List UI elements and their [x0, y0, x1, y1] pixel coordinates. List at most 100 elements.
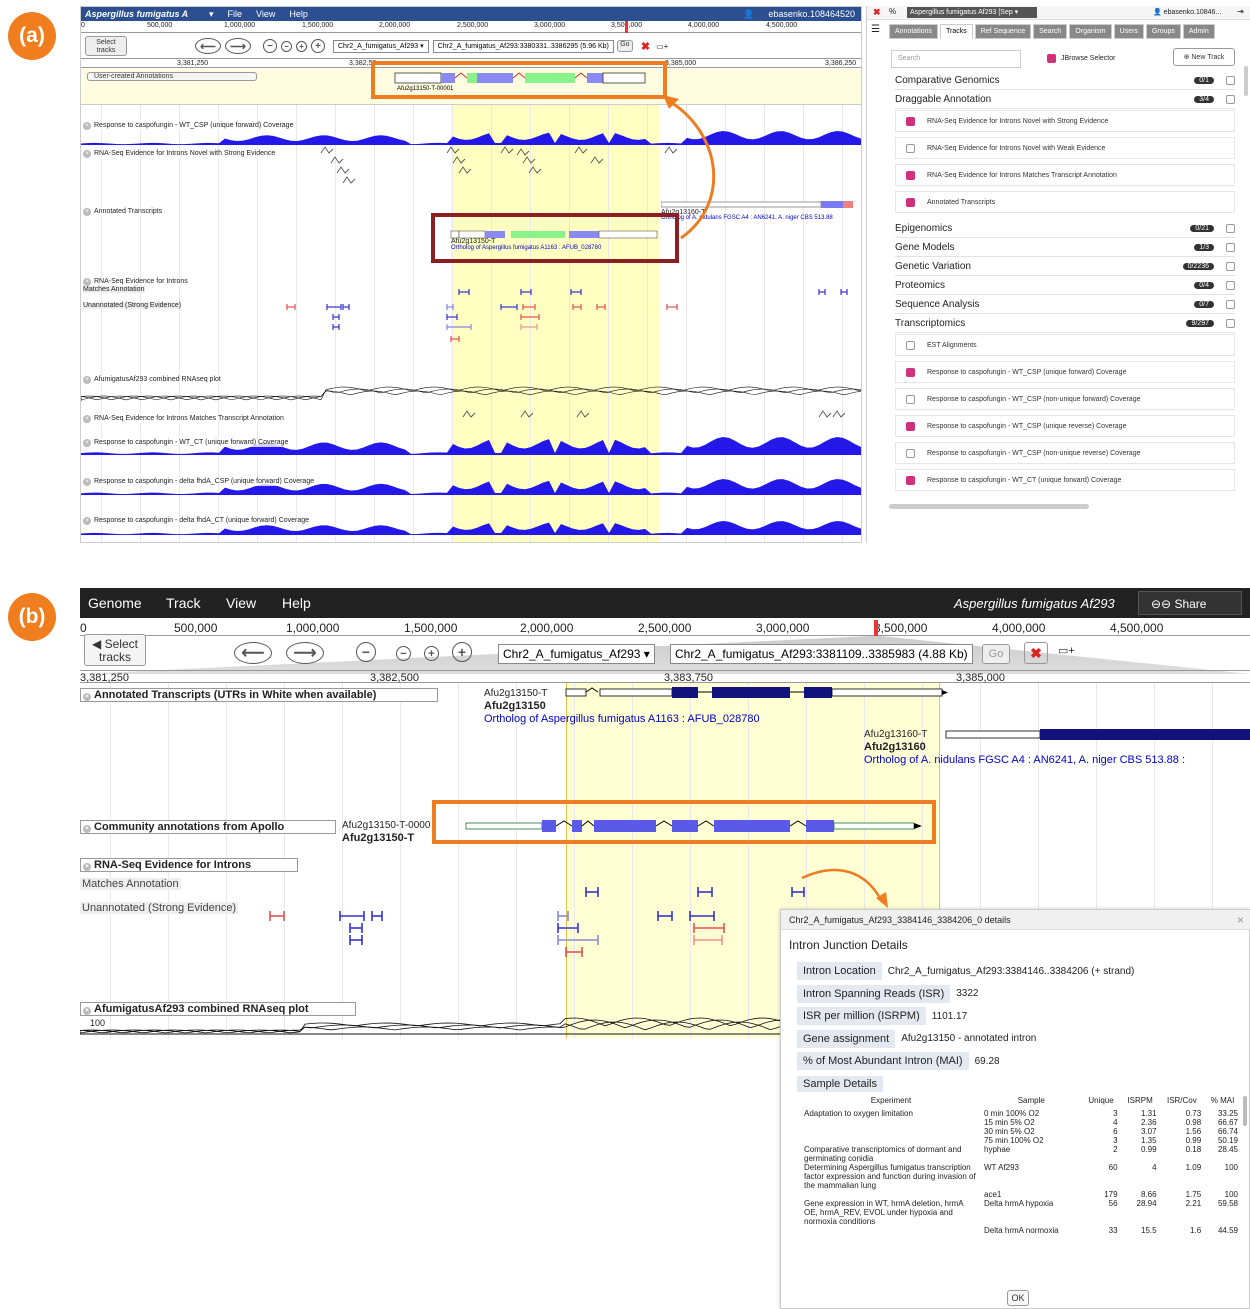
panel-user[interactable]: 👤 ebasenko.10846... [1153, 8, 1221, 16]
zoom-in-big-icon[interactable]: + [452, 642, 472, 662]
track-category[interactable]: Genetic Variation 0/2236 [895, 258, 1235, 276]
track-category[interactable]: Proteomics 0/4 [895, 277, 1235, 295]
tab-search[interactable]: Search [1033, 24, 1068, 39]
annotated-transcript-b[interactable] [564, 686, 964, 700]
intron-evidence-a[interactable] [81, 105, 862, 543]
pan-right-icon[interactable]: ⟶ [286, 642, 324, 664]
jbrowse-selector-toggle[interactable]: JBrowse Selector [1047, 54, 1115, 63]
zoom-out-small-icon[interactable]: − [281, 40, 292, 52]
tab-annotations[interactable]: Annotations [889, 24, 938, 39]
category-checkbox[interactable] [1226, 319, 1235, 328]
track-item[interactable]: Response to caspofungin - WT_CSP (unique… [895, 415, 1235, 437]
tab-tracks[interactable]: Tracks [939, 24, 973, 39]
close-icon[interactable]: ✖ [873, 7, 881, 18]
sample-table-wrap[interactable]: Experiment Sample Unique ISRPM ISR/Cov % MAI A… [801, 1096, 1241, 1276]
dialog-close-icon[interactable]: × [1237, 913, 1244, 927]
refseq-select-b[interactable]: Chr2_A_fumigatus_Af293 ▾ [498, 644, 655, 664]
category-checkbox[interactable] [1226, 224, 1235, 233]
zoom-out-small-icon[interactable]: − [396, 646, 411, 661]
logout-icon[interactable]: ⇥ [1237, 7, 1244, 16]
track-category[interactable]: Draggable Annotation 3/4 [895, 91, 1235, 109]
organism-select[interactable]: Aspergillus fumigatus Af293 [Sep ▾ [907, 7, 1037, 18]
select-tracks-button[interactable]: Select tracks [85, 36, 127, 56]
track-checkbox[interactable] [906, 394, 915, 404]
track-checkbox[interactable] [906, 475, 915, 485]
location-input[interactable]: Chr2_A_fumigatus_Af293:3380331..3386295 … [432, 39, 614, 53]
close-track-icon[interactable]: × [83, 693, 91, 701]
user-name[interactable]: 👤 ebasenko.108464520 [743, 9, 855, 20]
category-checkbox[interactable] [1226, 262, 1235, 271]
zoom-out-big-icon[interactable]: − [356, 642, 376, 662]
menu-genome[interactable]: Genome [88, 595, 142, 611]
category-checkbox[interactable] [1226, 95, 1235, 104]
track-category[interactable]: Epigenomics 0/21 [895, 220, 1235, 238]
track-category[interactable]: Sequence Analysis 0/7 [895, 296, 1235, 314]
track-search-input[interactable]: Search [891, 50, 1021, 68]
zoom-in-small-icon[interactable]: + [424, 646, 439, 661]
zoom-out-big-icon[interactable]: − [263, 39, 277, 53]
transcript-13160-b[interactable] [944, 728, 1250, 742]
jbrowse-selector-checkbox[interactable] [1047, 54, 1056, 63]
category-checkbox[interactable] [1226, 243, 1235, 252]
track-item[interactable]: Response to caspofungin - WT_CSP (non-un… [895, 442, 1235, 464]
new-track-button[interactable]: ⊕ New Track [1173, 48, 1235, 66]
track-item[interactable]: Annotated Transcripts [895, 191, 1235, 213]
track-category[interactable]: Transcriptomics 9/297 [895, 315, 1235, 333]
ok-button[interactable]: OK [1007, 1290, 1029, 1306]
overview-ruler-b[interactable]: 0 500,000 1,000,000 1,500,000 2,000,000 2,500… [80, 620, 1250, 636]
location-input-b[interactable]: Chr2_A_fumigatus_Af293:3381109..3385983 … [670, 644, 973, 664]
clear-highlight-icon[interactable]: ✖ [1024, 642, 1048, 664]
track-item[interactable]: RNA-Seq Evidence for Introns Matches Tra… [895, 164, 1235, 186]
track-item[interactable]: Response to caspofungin - WT_CSP (non-un… [895, 388, 1235, 410]
track-checkbox[interactable] [906, 367, 915, 377]
track-checkbox[interactable] [906, 421, 915, 431]
track-checkbox[interactable] [906, 197, 915, 207]
category-checkbox[interactable] [1226, 281, 1235, 290]
zoom-in-small-icon[interactable]: + [296, 40, 307, 52]
menu-track[interactable]: Track [166, 595, 200, 611]
menu-help[interactable]: Help [289, 9, 308, 19]
panel-menu-icon[interactable]: ☰ [871, 24, 880, 35]
pan-left-icon[interactable]: ⟵ [234, 642, 272, 664]
track-category[interactable]: Gene Models 1/3 [895, 239, 1235, 257]
tab-users[interactable]: Users [1113, 24, 1144, 39]
dialog-vscroll[interactable] [1243, 1096, 1247, 1126]
pan-right-icon[interactable]: ⟶ [225, 38, 251, 54]
clear-highlight-icon[interactable]: ✖ [641, 40, 650, 53]
tab-groups[interactable]: Groups [1145, 24, 1181, 39]
track-checkbox[interactable] [906, 116, 915, 126]
category-checkbox[interactable] [1226, 300, 1235, 309]
dropdown-icon[interactable]: ▾ [209, 9, 214, 20]
tab-ref-sequence[interactable]: Ref Sequence [974, 24, 1032, 39]
track-item[interactable]: Response to caspofungin - WT_CSP (unique… [895, 361, 1235, 383]
highlight-icon[interactable]: ▭+ [1058, 644, 1075, 657]
highlight-icon[interactable]: ▭+ [656, 42, 668, 51]
track-item[interactable]: RNA-Seq Evidence for Introns Novel with … [895, 137, 1235, 159]
category-checkbox[interactable] [1226, 76, 1235, 85]
menu-view[interactable]: View [256, 9, 275, 19]
refseq-select[interactable]: Chr2_A_fumigatus_Af293 ▾ [333, 39, 429, 53]
track-checkbox[interactable] [906, 143, 915, 153]
track-item[interactable]: RNA-Seq Evidence for Introns Novel with … [895, 110, 1235, 132]
menu-file[interactable]: File [228, 9, 243, 19]
track-checkbox[interactable] [906, 340, 915, 350]
panel-vscroll[interactable] [1244, 66, 1248, 96]
track-item[interactable]: Response to caspofungin - WT_CT (unique … [895, 469, 1235, 491]
track-checkbox[interactable] [906, 170, 915, 180]
go-button[interactable]: Go [616, 40, 633, 52]
track-item[interactable]: EST Alignments [895, 334, 1235, 356]
share-button[interactable]: ⊖⊖ Share [1138, 591, 1242, 615]
link-icon[interactable]: % [889, 7, 896, 16]
pan-left-icon[interactable]: ⟵ [195, 38, 221, 54]
go-button-b[interactable]: Go [982, 644, 1010, 664]
select-tracks-button-b[interactable]: ◀ Select tracks [84, 634, 146, 666]
tab-organism[interactable]: Organism [1069, 24, 1112, 39]
track-category[interactable]: Comparative Genomics 0/1 [895, 72, 1235, 90]
zoom-in-big-icon[interactable]: + [311, 39, 325, 53]
menu-help[interactable]: Help [282, 595, 311, 611]
track-checkbox[interactable] [906, 448, 915, 458]
panel-scrollbar[interactable] [889, 504, 1089, 509]
menu-view[interactable]: View [226, 595, 256, 611]
close-track-icon[interactable]: × [83, 825, 91, 833]
overview-ruler[interactable]: 0 500,000 1,000,000 1,500,000 2,000,000 2,500… [81, 21, 861, 33]
